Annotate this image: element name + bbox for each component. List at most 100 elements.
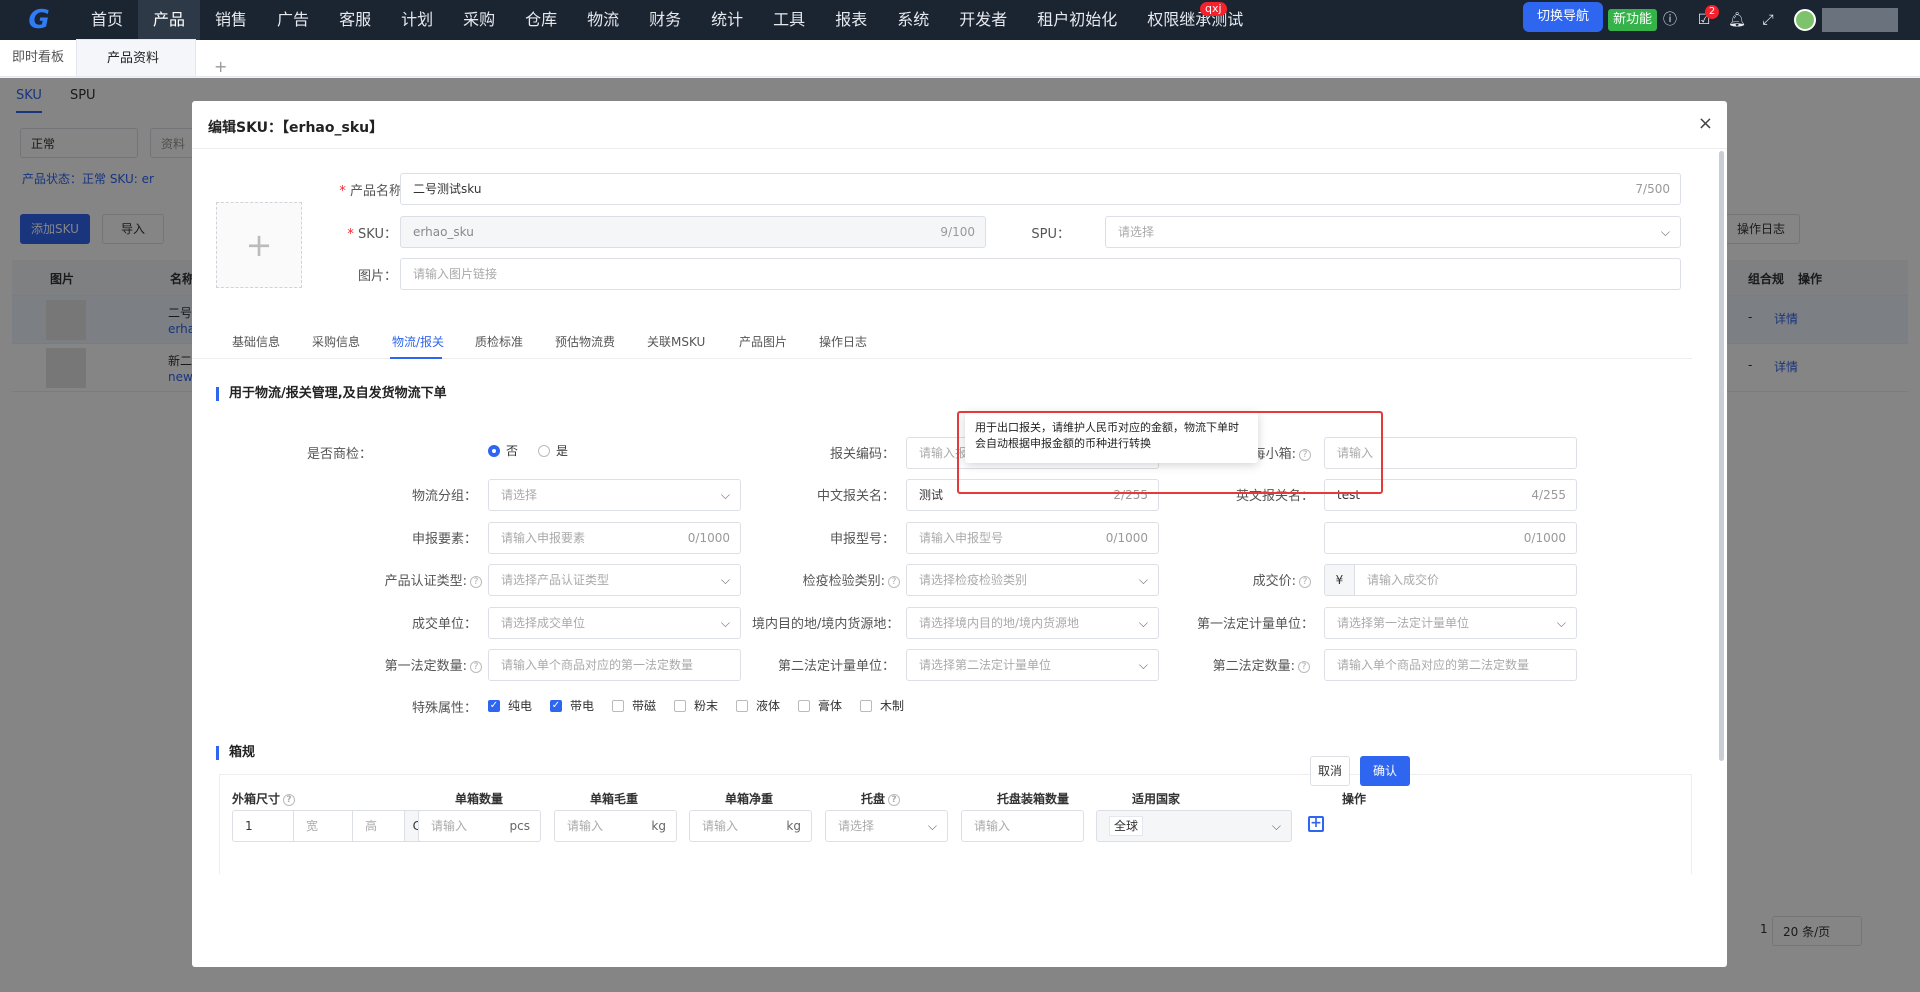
- nav-item[interactable]: 产品: [138, 0, 201, 40]
- second-legal-qty-input[interactable]: 请输入单个商品对应的第二法定数量: [1324, 649, 1577, 681]
- radio-label: 否: [506, 444, 519, 458]
- special-attr-checkbox[interactable]: 膏体: [798, 697, 842, 714]
- section-logistics-title: 用于物流/报关管理,及自发货物流下单: [216, 387, 447, 401]
- inspection-no-radio[interactable]: 否: [488, 442, 518, 459]
- bell-icon[interactable]: 🔔︎: [1728, 11, 1746, 29]
- special-attr-checkbox[interactable]: 带磁: [612, 697, 656, 714]
- special-attr-checkbox[interactable]: ✓ 纯电: [488, 697, 532, 714]
- nav-item[interactable]: 计划: [386, 0, 448, 40]
- declare-model-input[interactable]: 请输入申报型号 0/1000: [906, 522, 1159, 554]
- checkbox-label: 带磁: [632, 699, 657, 713]
- nav-item[interactable]: 开发者: [944, 0, 1022, 40]
- char-count: 7/500: [1635, 182, 1670, 196]
- logistics-group-select[interactable]: 请选择 ⌵: [488, 479, 741, 511]
- char-count: 9/100: [940, 225, 975, 239]
- nav-item[interactable]: 广告: [262, 0, 324, 40]
- cert-type-label: 产品认证类型:?: [332, 570, 482, 589]
- tab-estimated-freight[interactable]: 预估物流费: [555, 333, 615, 350]
- image-url-input[interactable]: 请输入图片链接: [400, 258, 1681, 290]
- nav-item[interactable]: 系统: [882, 0, 944, 40]
- domestic-dest-select[interactable]: 请选择境内目的地/境内货源地 ⌵: [906, 607, 1159, 639]
- deal-price-input[interactable]: 请输入成交价: [1354, 564, 1577, 596]
- gross-weight-input[interactable]: 请输入 kg: [554, 810, 677, 842]
- nav-item[interactable]: 报表: [820, 0, 882, 40]
- help-circle-icon[interactable]: ?: [283, 793, 296, 806]
- user-name-redacted[interactable]: [1822, 8, 1898, 32]
- quarantine-type-select[interactable]: 请选择检疫检验类别 ⌵: [906, 564, 1159, 596]
- special-attr-checkbox[interactable]: 粉末: [674, 697, 718, 714]
- nav-item[interactable]: 仓库: [510, 0, 572, 40]
- help-circle-icon[interactable]: ?: [888, 575, 900, 588]
- add-tab-button[interactable]: +: [196, 57, 245, 76]
- checkbox-unchecked-icon: [736, 699, 748, 712]
- spu-select[interactable]: 请选择 ⌵: [1105, 216, 1681, 248]
- cn-customs-name-value: 测试: [919, 488, 944, 502]
- tab-operation-log[interactable]: 操作日志: [819, 333, 867, 350]
- first-legal-qty-label: 第一法定数量:?: [332, 655, 482, 674]
- special-attr-checkbox[interactable]: ✓ 带电: [550, 697, 594, 714]
- tab-basic-info[interactable]: 基础信息: [232, 333, 280, 350]
- tab-qc-standard[interactable]: 质检标准: [475, 333, 523, 350]
- image-upload[interactable]: +: [216, 202, 302, 288]
- country-select[interactable]: 全球 ⌵: [1096, 810, 1292, 842]
- confirm-button[interactable]: 确认: [1360, 756, 1410, 786]
- pallet-select[interactable]: 请选择 ⌵: [825, 810, 948, 842]
- help-circle-icon[interactable]: ?: [1299, 575, 1311, 588]
- new-function-button[interactable]: 新功能: [1608, 9, 1658, 31]
- height-input[interactable]: 高: [352, 810, 405, 842]
- app-logo[interactable]: G: [0, 0, 76, 40]
- tab-purchase-info[interactable]: 采购信息: [312, 333, 360, 350]
- length-input[interactable]: 1: [232, 810, 294, 842]
- cert-type-select[interactable]: 请选择产品认证类型 ⌵: [488, 564, 741, 596]
- col-pallet: 托盘?: [861, 790, 901, 807]
- second-legal-unit-select[interactable]: 请选择第二法定计量单位 ⌵: [906, 649, 1159, 681]
- nav-item[interactable]: 客服: [324, 0, 386, 40]
- tab-product-images[interactable]: 产品图片: [739, 333, 787, 350]
- deal-unit-select[interactable]: 请选择成交单位 ⌵: [488, 607, 741, 639]
- help-circle-icon[interactable]: ?: [888, 793, 901, 806]
- scrollbar[interactable]: [1719, 151, 1724, 761]
- checkbox-label: 粉末: [694, 699, 719, 713]
- tab-logistics-customs[interactable]: 物流/报关: [392, 333, 444, 350]
- add-row-icon[interactable]: +: [1308, 816, 1324, 832]
- special-attr-checkbox[interactable]: 木制: [860, 697, 904, 714]
- nav-item[interactable]: 租户初始化: [1022, 0, 1132, 40]
- box-qty-input[interactable]: 请输入 pcs: [418, 810, 541, 842]
- nav-item[interactable]: 工具: [758, 0, 820, 40]
- nav-item[interactable]: 采购: [448, 0, 510, 40]
- nav-item[interactable]: 销售: [200, 0, 262, 40]
- close-icon[interactable]: ×: [1698, 113, 1713, 134]
- first-legal-unit-placeholder: 请选择第一法定计量单位: [1337, 616, 1470, 630]
- nav-item[interactable]: 首页: [76, 0, 138, 40]
- tab-product-info[interactable]: 产品资料: [76, 39, 197, 76]
- product-name-input[interactable]: 二号测试sku 7/500: [400, 173, 1681, 205]
- nav-item[interactable]: 财务: [634, 0, 696, 40]
- special-attr-checkbox[interactable]: 液体: [736, 697, 780, 714]
- fullscreen-icon[interactable]: ⤢: [1759, 11, 1777, 29]
- tab-dashboard[interactable]: 即时看板: [0, 39, 76, 76]
- chevron-down-icon: ⌵: [1556, 616, 1566, 630]
- help-icon[interactable]: ⓘ: [1661, 11, 1679, 29]
- help-circle-icon[interactable]: ?: [470, 660, 482, 673]
- nav-item[interactable]: 权限继承测试: [1132, 0, 1258, 40]
- nav-item[interactable]: 统计: [696, 0, 758, 40]
- declare-model-label: 申报型号：: [829, 532, 895, 547]
- hidden-field-input[interactable]: 0/1000: [1324, 522, 1577, 554]
- inspection-yes-radio[interactable]: 是: [538, 442, 568, 459]
- net-weight-input[interactable]: 请输入 kg: [689, 810, 812, 842]
- help-circle-icon[interactable]: ?: [470, 575, 482, 588]
- cancel-button[interactable]: 取消: [1310, 756, 1350, 786]
- avatar[interactable]: [1794, 9, 1816, 31]
- first-legal-unit-select[interactable]: 请选择第一法定计量单位 ⌵: [1324, 607, 1577, 639]
- width-input[interactable]: 宽: [293, 810, 353, 842]
- sku-input[interactable]: erhao_sku 9/100: [400, 216, 986, 248]
- tab-linked-msku[interactable]: 关联MSKU: [647, 333, 705, 350]
- plus-icon: +: [245, 226, 273, 264]
- first-legal-qty-input[interactable]: 请输入单个商品对应的第一法定数量: [488, 649, 741, 681]
- switch-nav-button[interactable]: 切换导航: [1523, 2, 1604, 32]
- help-circle-icon[interactable]: ?: [1298, 660, 1310, 673]
- declare-elements-input[interactable]: 请输入申报要素 0/1000: [488, 522, 741, 554]
- pallet-box-qty-input[interactable]: 请输入: [961, 810, 1084, 842]
- nav-item[interactable]: 物流: [572, 0, 634, 40]
- col-pallet-box-qty: 托盘装箱数量: [997, 792, 1070, 806]
